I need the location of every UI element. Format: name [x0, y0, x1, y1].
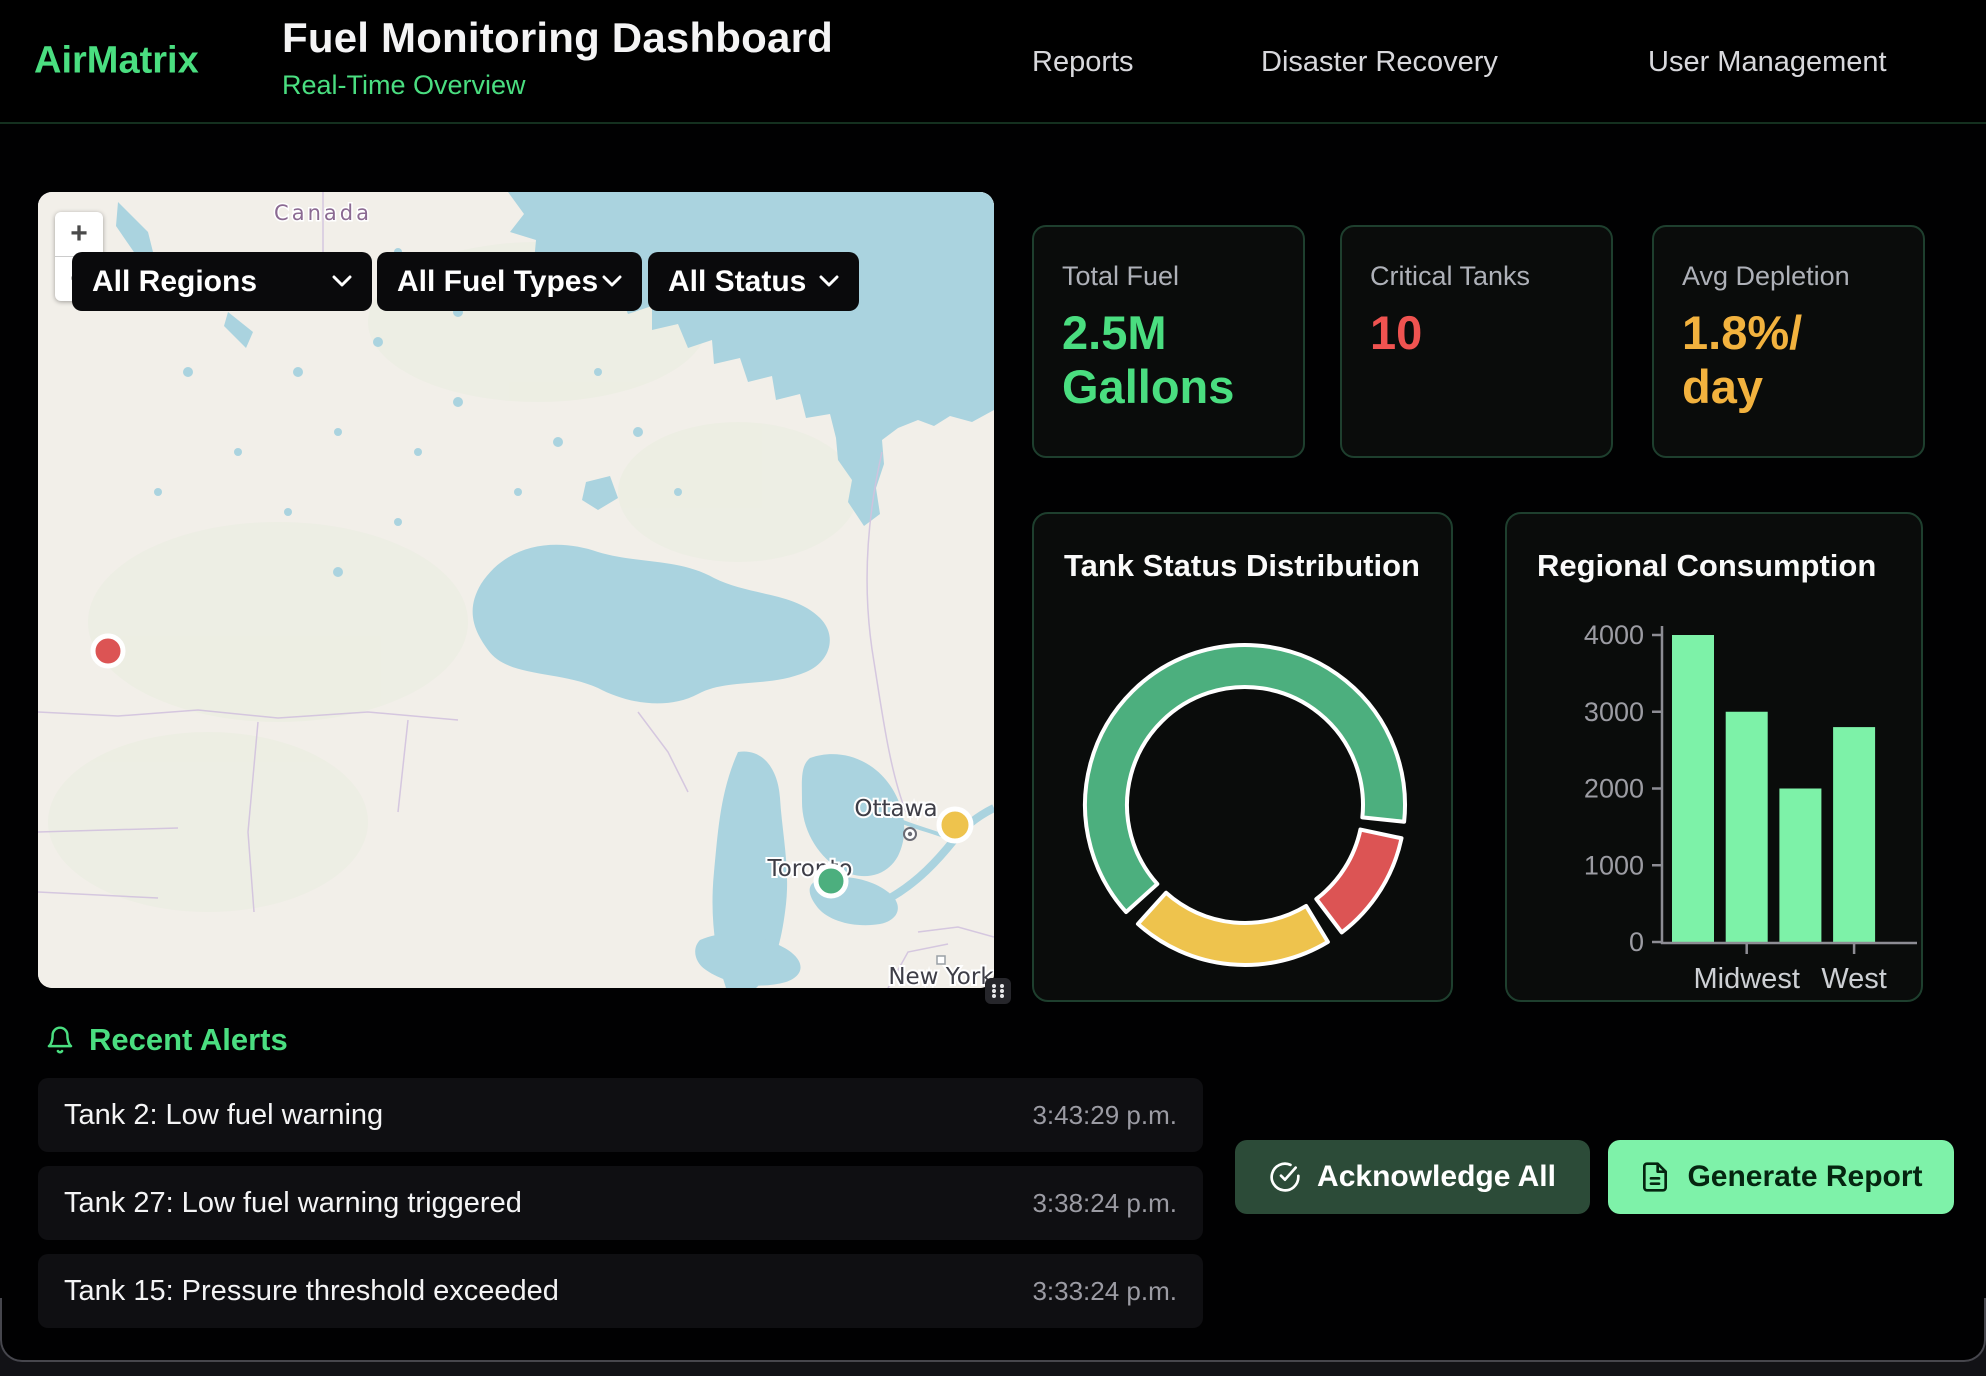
tank-status-card: Tank Status Distribution	[1032, 512, 1453, 1002]
chevron-down-icon	[332, 275, 352, 288]
alert-list-item[interactable]: Tank 15: Pressure threshold exceeded 3:3…	[38, 1254, 1203, 1328]
bar-2[interactable]	[1779, 789, 1821, 943]
nav-item-disaster-recovery[interactable]: Disaster Recovery	[1261, 0, 1498, 124]
tank-status-donut	[1075, 635, 1415, 975]
new-york-town-icon	[937, 956, 945, 964]
tank-marker-warning[interactable]	[939, 809, 971, 841]
svg-text:2000: 2000	[1584, 774, 1644, 804]
regional-consumption-chart: 0 1000 2000 3000 4000 Midwest West	[1507, 514, 1921, 1000]
app-window: AirMatrix Fuel Monitoring Dashboard Real…	[0, 0, 1986, 1362]
filter-status-value: All Status	[668, 265, 806, 299]
alert-list-item[interactable]: Tank 2: Low fuel warning 3:43:29 p.m.	[38, 1078, 1203, 1152]
map-label-ottawa: Ottawa	[854, 796, 937, 822]
nav-item-user-management[interactable]: User Management	[1648, 0, 1887, 124]
alert-message: Tank 15: Pressure threshold exceeded	[64, 1275, 559, 1308]
brand-logo[interactable]: AirMatrix	[34, 40, 199, 83]
donut-chart-title: Tank Status Distribution	[1064, 548, 1420, 584]
filter-fuel-types-dropdown[interactable]: All Fuel Types	[377, 252, 642, 311]
filter-regions-value: All Regions	[92, 265, 257, 299]
map-panel: Canada Ottawa Toronto New York + −	[38, 192, 994, 988]
check-circle-icon	[1269, 1161, 1301, 1193]
alert-list-item[interactable]: Tank 27: Low fuel warning triggered 3:38…	[38, 1166, 1203, 1240]
header: AirMatrix Fuel Monitoring Dashboard Real…	[0, 0, 1986, 124]
page-title: Fuel Monitoring Dashboard	[282, 14, 833, 62]
bar-1[interactable]	[1726, 712, 1768, 942]
title-block: Fuel Monitoring Dashboard Real-Time Over…	[282, 14, 833, 101]
svg-text:0: 0	[1629, 927, 1644, 957]
map-canvas[interactable]: Canada Ottawa Toronto New York + −	[38, 192, 994, 988]
stat-card-avg-depletion: Avg Depletion 1.8%/ day	[1652, 225, 1925, 458]
svg-text:3000: 3000	[1584, 697, 1644, 727]
map-svg: Canada Ottawa Toronto New York	[38, 192, 994, 988]
alert-timestamp: 3:38:24 p.m.	[1032, 1188, 1177, 1219]
svg-text:4000: 4000	[1584, 620, 1644, 650]
map-drag-handle[interactable]	[985, 978, 1011, 1004]
svg-text:West: West	[1821, 963, 1887, 995]
bar-3[interactable]	[1833, 727, 1875, 942]
page-subtitle: Real-Time Overview	[282, 70, 833, 101]
recent-alerts-title: Recent Alerts	[89, 1022, 288, 1058]
chevron-down-icon	[602, 275, 622, 288]
tank-marker-critical[interactable]	[93, 636, 123, 666]
alert-message: Tank 2: Low fuel warning	[64, 1099, 383, 1132]
alert-message: Tank 27: Low fuel warning triggered	[64, 1187, 522, 1220]
filter-status-dropdown[interactable]: All Status	[648, 252, 859, 311]
report-document-icon	[1639, 1161, 1671, 1193]
generate-report-label: Generate Report	[1687, 1160, 1922, 1194]
zoom-in-button[interactable]: +	[55, 212, 103, 256]
alert-timestamp: 3:43:29 p.m.	[1032, 1100, 1177, 1131]
stat-value: 1.8%/ day	[1682, 306, 1895, 414]
stat-card-total-fuel: Total Fuel 2.5M Gallons	[1032, 225, 1305, 458]
filter-regions-dropdown[interactable]: All Regions	[72, 252, 372, 311]
stat-label: Avg Depletion	[1682, 261, 1895, 292]
alert-timestamp: 3:33:24 p.m.	[1032, 1276, 1177, 1307]
svg-text:1000: 1000	[1584, 850, 1644, 880]
donut-segment-critical[interactable]	[1316, 830, 1401, 933]
stat-card-critical-tanks: Critical Tanks 10	[1340, 225, 1613, 458]
stat-value: 2.5M Gallons	[1062, 306, 1275, 414]
acknowledge-all-label: Acknowledge All	[1317, 1160, 1556, 1194]
chevron-down-icon	[819, 275, 839, 288]
bar-0[interactable]	[1672, 635, 1714, 942]
tank-marker-normal[interactable]	[816, 866, 846, 896]
stat-label: Critical Tanks	[1370, 261, 1583, 292]
stat-label: Total Fuel	[1062, 261, 1275, 292]
nav-item-reports[interactable]: Reports	[1032, 0, 1134, 124]
bell-icon	[45, 1024, 75, 1056]
svg-text:Midwest: Midwest	[1694, 963, 1800, 995]
regional-consumption-card: Regional Consumption 01000200030004000Mi…	[1505, 512, 1923, 1002]
filter-fuel-types-value: All Fuel Types	[397, 265, 598, 299]
acknowledge-all-button[interactable]: Acknowledge All	[1235, 1140, 1590, 1214]
generate-report-button[interactable]: Generate Report	[1608, 1140, 1954, 1214]
stat-value: 10	[1370, 306, 1583, 360]
donut-segment-warning[interactable]	[1138, 893, 1328, 965]
map-label-new-york: New York	[888, 964, 994, 988]
recent-alerts-header: Recent Alerts	[45, 1022, 288, 1058]
ottawa-town-icon	[904, 828, 916, 840]
map-label-canada: Canada	[274, 201, 372, 225]
